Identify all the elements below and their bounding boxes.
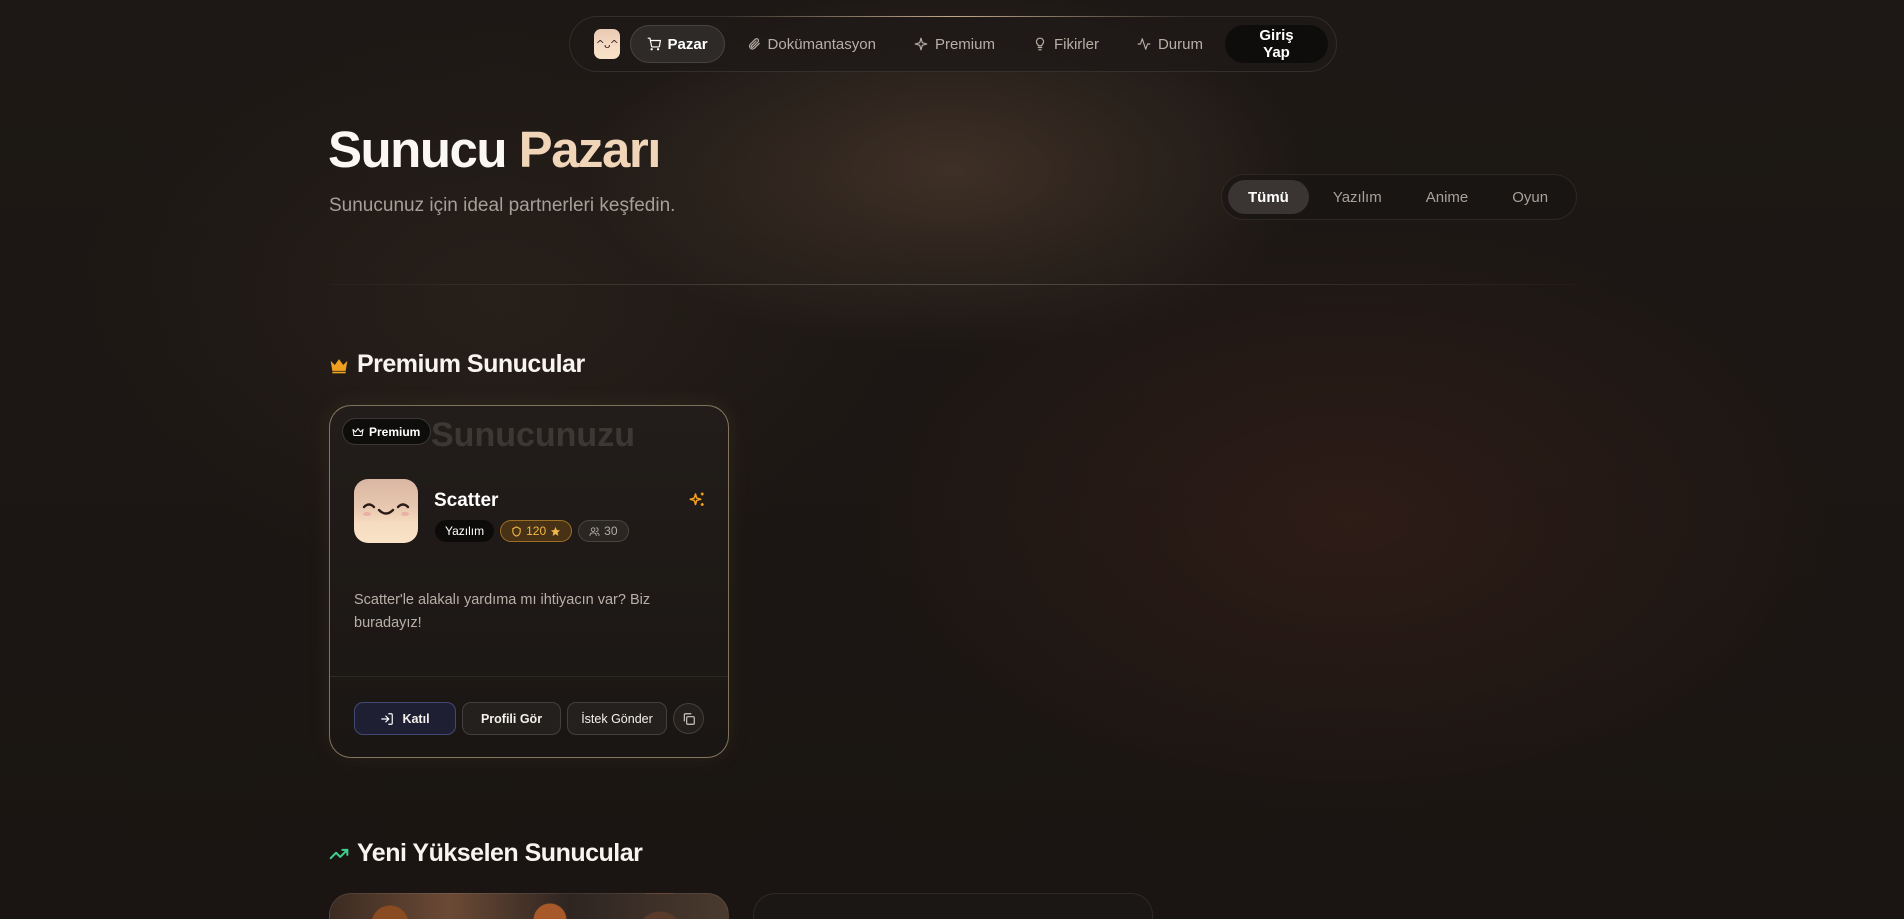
page-title-accent: Pazarı bbox=[518, 121, 662, 178]
premium-section-title: Premium Sunucular bbox=[329, 350, 585, 379]
page-title: Sunucu Pazarı bbox=[328, 120, 662, 179]
filter-anime[interactable]: Anime bbox=[1406, 180, 1489, 214]
join-label: Katıl bbox=[402, 711, 430, 726]
crown-icon bbox=[352, 427, 364, 436]
page-title-main: Sunucu bbox=[328, 121, 508, 178]
rising-section-title: Yeni Yükselen Sunucular bbox=[329, 839, 643, 868]
premium-badge: Premium bbox=[342, 418, 432, 445]
filter-yazilim[interactable]: Yazılım bbox=[1313, 180, 1402, 214]
nav-item-pazar[interactable]: Pazar bbox=[629, 25, 725, 63]
nav-item-premium[interactable]: Premium bbox=[898, 25, 1011, 63]
view-profile-button[interactable]: Profili Gör bbox=[462, 702, 561, 735]
join-button[interactable]: Katıl bbox=[354, 702, 456, 735]
cart-icon bbox=[647, 37, 661, 51]
server-avatar bbox=[354, 479, 418, 543]
members-tag: 30 bbox=[578, 520, 629, 542]
copy-icon bbox=[683, 712, 695, 725]
page-subtitle: Sunucunuz için ideal partnerleri keşfedi… bbox=[329, 195, 676, 216]
top-navbar: ^ᴗ^ Pazar Dokümantasyon Premium Fikirler… bbox=[569, 16, 1337, 72]
app-logo[interactable]: ^ᴗ^ bbox=[594, 29, 620, 59]
rating-value: 120 bbox=[526, 524, 547, 538]
server-card-preview[interactable] bbox=[753, 893, 1153, 919]
card-actions: Katıl Profili Gör İstek Gönder bbox=[354, 702, 704, 735]
card-background-text: Sunucunuzu bbox=[431, 416, 635, 454]
premium-badge-label: Premium bbox=[369, 424, 421, 439]
copy-button[interactable] bbox=[673, 703, 704, 734]
users-icon bbox=[589, 526, 600, 536]
server-name: Scatter bbox=[434, 490, 499, 511]
paperclip-icon bbox=[748, 38, 760, 50]
category-tag: Yazılım bbox=[435, 520, 495, 542]
nav-item-label: Durum bbox=[1157, 35, 1203, 53]
sparkle-icon bbox=[914, 37, 928, 51]
server-tags: Yazılım 120 30 bbox=[435, 520, 629, 542]
star-icon bbox=[551, 526, 561, 536]
rating-tag: 120 bbox=[500, 520, 573, 542]
activity-icon bbox=[1137, 38, 1151, 50]
page-background bbox=[0, 0, 1904, 919]
nav-item-label: Dokümantasyon bbox=[767, 35, 876, 53]
nav-item-label: Fikirler bbox=[1053, 35, 1099, 53]
trending-up-icon bbox=[329, 848, 349, 859]
nav-item-label: Pazar bbox=[667, 35, 708, 53]
premium-section-label: Premium Sunucular bbox=[357, 350, 585, 378]
smiley-face-icon bbox=[362, 503, 410, 516]
server-card-preview[interactable] bbox=[329, 893, 729, 919]
server-card[interactable]: Sunucunuzu Premium Scatter Yazılım 120 3… bbox=[329, 405, 729, 758]
sparkles-icon bbox=[689, 492, 704, 506]
members-count: 30 bbox=[604, 524, 618, 538]
lightbulb-icon bbox=[1035, 37, 1045, 51]
nav-item-dokumantasyon[interactable]: Dokümantasyon bbox=[731, 25, 892, 63]
filter-oyun[interactable]: Oyun bbox=[1492, 180, 1568, 214]
category-filter: Tümü Yazılım Anime Oyun bbox=[1221, 174, 1577, 220]
rising-section-label: Yeni Yükselen Sunucular bbox=[357, 839, 643, 867]
hero-divider bbox=[329, 284, 1577, 285]
crown-icon bbox=[330, 358, 348, 373]
logo-face: ^ᴗ^ bbox=[595, 37, 619, 51]
login-button[interactable]: Giriş Yap bbox=[1224, 25, 1328, 63]
login-icon bbox=[381, 712, 394, 725]
shield-icon bbox=[512, 525, 521, 537]
send-request-button[interactable]: İstek Gönder bbox=[567, 702, 667, 735]
nav-item-label: Premium bbox=[934, 35, 995, 53]
filter-tumu[interactable]: Tümü bbox=[1228, 180, 1309, 214]
server-description: Scatter'le alakalı yardıma mı ihtiyacın … bbox=[354, 592, 651, 631]
card-divider bbox=[330, 676, 728, 677]
nav-item-fikirler[interactable]: Fikirler bbox=[1017, 25, 1115, 63]
nav-item-durum[interactable]: Durum bbox=[1121, 25, 1219, 63]
